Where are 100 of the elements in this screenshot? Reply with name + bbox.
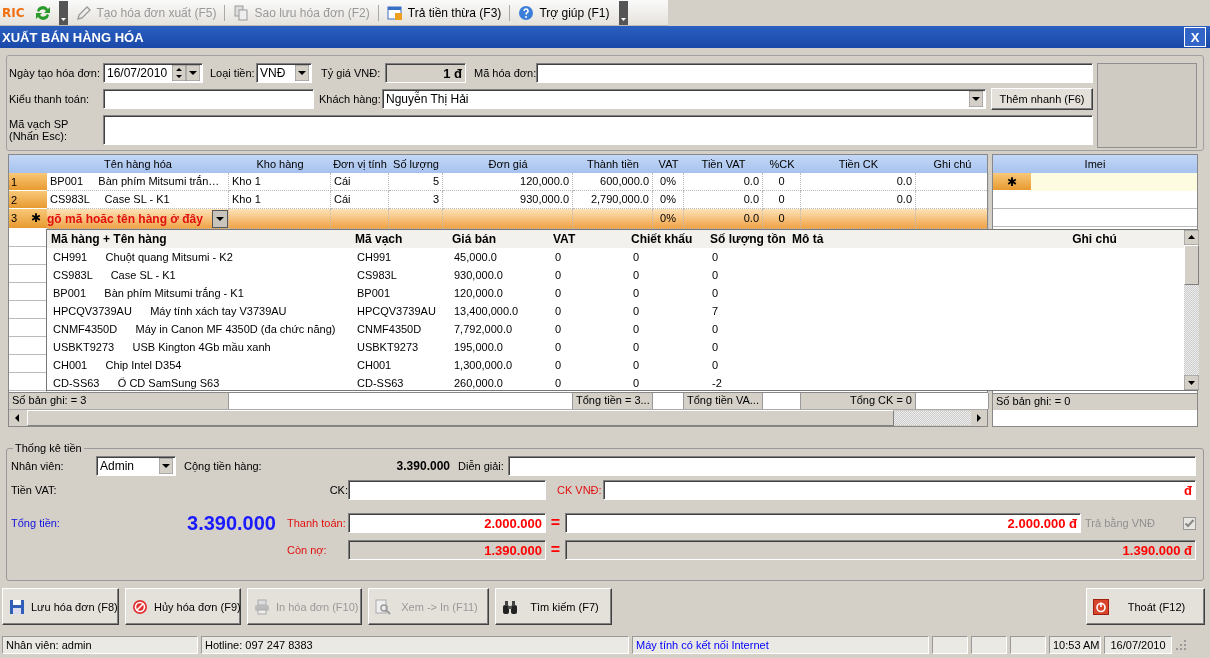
column-header[interactable]: Mã hàng + Tên hàng: [47, 230, 351, 248]
row-header[interactable]: 2: [9, 191, 47, 209]
column-header[interactable]: Đơn giá: [443, 155, 573, 173]
caret-icon[interactable]: [295, 65, 309, 81]
column-header[interactable]: Kho hàng: [229, 155, 331, 173]
column-header[interactable]: Chiết khấu: [627, 230, 706, 248]
column-header[interactable]: Mã vạch: [351, 230, 448, 248]
column-header[interactable]: VAT: [653, 155, 684, 173]
customer-select[interactable]: Nguyễn Thị Hải: [382, 89, 986, 109]
list-cell[interactable]: 260,000.0: [448, 374, 549, 392]
payment-type-field[interactable]: [103, 89, 314, 109]
list-cell[interactable]: 0: [549, 248, 627, 266]
list-cell[interactable]: CS983L: [351, 266, 448, 284]
caret-icon[interactable]: [159, 458, 173, 474]
list-cell[interactable]: CD-SS63: [351, 374, 448, 392]
caret-icon[interactable]: [212, 209, 228, 228]
list-cell[interactable]: 0: [549, 338, 627, 356]
action-button[interactable]: Hủy hóa đơn (F9): [125, 588, 241, 625]
list-cell[interactable]: CS983L Case SL - K1: [47, 266, 351, 284]
list-cell[interactable]: CH991 Chuột quang Mitsumi - K2: [47, 248, 351, 266]
list-cell[interactable]: 0: [549, 374, 627, 392]
payment-vnd-field[interactable]: 2.000.000 đ: [565, 513, 1081, 533]
list-cell[interactable]: 0: [627, 320, 706, 338]
row-header[interactable]: ✱: [993, 173, 1031, 191]
column-header[interactable]: %CK: [763, 155, 801, 173]
caret-icon[interactable]: [186, 65, 200, 81]
chevron-icon[interactable]: [58, 0, 68, 25]
list-cell[interactable]: HPCQV3739AU Máy tính xách tay V3739AU: [47, 302, 351, 320]
quick-add-button[interactable]: Thêm nhanh (F6): [991, 88, 1093, 110]
list-cell[interactable]: CNMF4350D: [351, 320, 448, 338]
column-header[interactable]: Giá bán: [448, 230, 549, 248]
list-cell[interactable]: 0: [627, 356, 706, 374]
note-field[interactable]: [508, 456, 1196, 476]
row-header[interactable]: 1: [9, 173, 47, 191]
payment-field[interactable]: 2.000.000: [348, 513, 546, 533]
column-header[interactable]: Ghi chú: [916, 155, 989, 173]
list-cell[interactable]: 195,000.0: [448, 338, 549, 356]
list-cell[interactable]: 0: [627, 248, 706, 266]
barcode-field[interactable]: [103, 115, 1093, 145]
column-header[interactable]: Tên hàng hóa: [47, 155, 229, 173]
list-cell[interactable]: CH001 Chip Intel D354: [47, 356, 351, 374]
list-cell[interactable]: 0: [706, 356, 788, 374]
list-cell[interactable]: 0: [549, 302, 627, 320]
column-header[interactable]: VAT: [549, 230, 627, 248]
list-cell[interactable]: 7,792,000.0: [448, 320, 549, 338]
list-cell[interactable]: 1,300,000.0: [448, 356, 549, 374]
toolbar-button[interactable]: Trả tiền thừa (F3): [381, 0, 507, 25]
checkbox[interactable]: [1183, 516, 1196, 530]
refresh-icon[interactable]: [33, 3, 52, 22]
resize-grip-icon[interactable]: [1175, 639, 1187, 651]
scroll-thumb[interactable]: [1184, 245, 1199, 285]
column-header[interactable]: Thành tiền: [573, 155, 653, 173]
list-cell[interactable]: HPCQV3739AU: [351, 302, 448, 320]
list-cell[interactable]: 0: [627, 302, 706, 320]
action-button[interactable]: Tìm kiếm (F7): [495, 588, 612, 625]
list-cell[interactable]: 0: [627, 284, 706, 302]
list-cell[interactable]: 7: [706, 302, 788, 320]
list-cell[interactable]: 0: [627, 266, 706, 284]
toolbar-button[interactable]: Trợ giúp (F1): [513, 0, 615, 25]
list-cell[interactable]: BP001: [351, 284, 448, 302]
date-picker[interactable]: 16/07/2010: [103, 63, 203, 83]
list-cell[interactable]: 0: [549, 266, 627, 284]
list-cell[interactable]: 0: [706, 248, 788, 266]
column-header[interactable]: Mô tả: [788, 230, 1001, 248]
discount-vnd-field[interactable]: đ: [603, 480, 1196, 500]
scroll-down-icon[interactable]: [1184, 375, 1199, 390]
discount-field[interactable]: [348, 480, 546, 500]
column-header[interactable]: Số lượng: [389, 155, 443, 173]
scroll-up-icon[interactable]: [1184, 230, 1199, 245]
list-cell[interactable]: USBKT9273 USB Kington 4Gb mầu xanh: [47, 338, 351, 356]
list-cell[interactable]: 120,000.0: [448, 284, 549, 302]
list-cell[interactable]: 0: [706, 266, 788, 284]
currency-select[interactable]: VNĐ: [256, 63, 312, 83]
list-cell[interactable]: 0: [706, 284, 788, 302]
chevron-icon[interactable]: [619, 0, 629, 25]
list-cell[interactable]: CNMF4350D Máy in Canon MF 4350D (đa chức năng): [47, 320, 351, 338]
horizontal-scrollbar[interactable]: [9, 409, 987, 426]
action-button[interactable]: Thoát (F12): [1086, 588, 1205, 625]
list-cell[interactable]: 0: [549, 320, 627, 338]
list-cell[interactable]: BP001 Bàn phím Mitsumi trắng - K1: [47, 284, 351, 302]
column-header[interactable]: Số lượng tồn: [706, 230, 788, 248]
list-cell[interactable]: CH001: [351, 356, 448, 374]
invoice-number-field[interactable]: [536, 63, 1093, 83]
list-cell[interactable]: 0: [549, 356, 627, 374]
list-cell[interactable]: 0: [627, 374, 706, 392]
list-cell[interactable]: 0: [706, 338, 788, 356]
caret-icon[interactable]: [969, 91, 983, 107]
staff-select[interactable]: Admin: [96, 456, 176, 476]
list-cell[interactable]: 0: [627, 338, 706, 356]
list-cell[interactable]: USBKT9273: [351, 338, 448, 356]
column-header[interactable]: Tiền CK: [801, 155, 916, 173]
column-header[interactable]: Tiền VAT: [684, 155, 763, 173]
list-cell[interactable]: 45,000.0: [448, 248, 549, 266]
list-cell[interactable]: 0: [706, 320, 788, 338]
column-header[interactable]: Đơn vị tính: [331, 155, 389, 173]
row-header[interactable]: 3 ✱: [9, 209, 47, 229]
spin-icon[interactable]: [172, 65, 186, 81]
list-cell[interactable]: CH991: [351, 248, 448, 266]
vertical-scrollbar[interactable]: [1184, 230, 1199, 390]
close-button[interactable]: X: [1184, 27, 1206, 47]
